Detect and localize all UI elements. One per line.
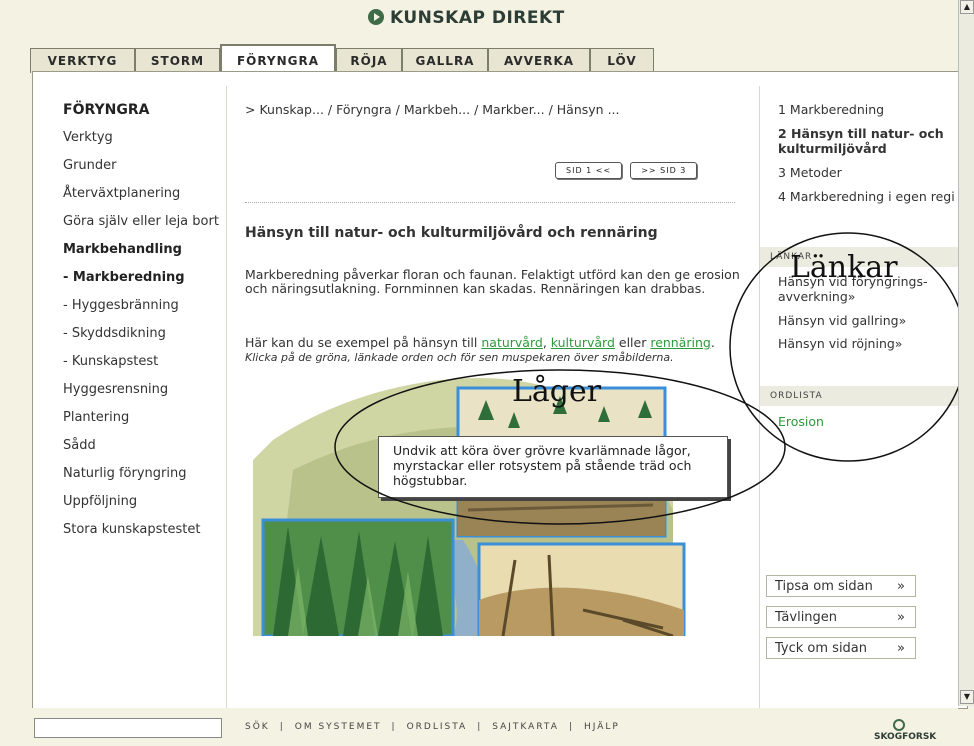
kunskap-logo-icon (368, 9, 384, 25)
arrow-icon: » (897, 640, 905, 656)
footer-link-ordlista[interactable]: ORDLISTA (407, 722, 468, 732)
tab-avverka[interactable]: AVVERKA (488, 48, 590, 73)
tab-roja[interactable]: RÖJA (336, 48, 402, 73)
skogforsk-logo[interactable]: SKOGFORSK (874, 719, 936, 742)
left-nav: FÖRYNGRA Verktyg Grunder Återväxtplaneri… (63, 102, 243, 550)
tab-gallra[interactable]: GALLRA (402, 48, 488, 73)
nav-item-verktyg[interactable]: Verktyg (63, 130, 243, 146)
nav-item-naturlig-foryngring[interactable]: Naturlig föryngring (63, 466, 243, 482)
link-gallring[interactable]: Hänsyn vid gallring» (778, 313, 958, 328)
nav-item-sadd[interactable]: Sådd (63, 438, 243, 454)
vertical-scrollbar[interactable]: ▲ ▼ (958, 0, 974, 706)
footer-link-sok[interactable]: SÖK (245, 722, 270, 732)
footer-link-om-systemet[interactable]: OM SYSTEMET (295, 722, 382, 732)
top-banner: KUNSKAP DIREKT (0, 0, 958, 42)
step-2[interactable]: 2 Hänsyn till natur- och kulturmiljövård (778, 126, 958, 156)
tipsa-label: Tipsa om sidan (775, 578, 873, 594)
illustration-tooltip: Undvik att köra över grövre kvarlämnade … (378, 436, 728, 498)
nav-item-skyddsdikning[interactable]: - Skyddsdikning (63, 326, 243, 342)
step-1[interactable]: 1 Markberedning (778, 102, 958, 117)
step-3[interactable]: 3 Metoder (778, 165, 958, 180)
next-page-button[interactable]: >> SID 3 (630, 162, 698, 179)
pager: SID 1 << >> SID 3 (555, 162, 698, 179)
intro-paragraph: Markberedning påverkar floran och faunan… (245, 267, 740, 296)
main-tabs: VERKTYG STORM FÖRYNGRA RÖJA GALLRA AVVER… (30, 44, 654, 75)
arrow-icon: » (897, 609, 905, 625)
content-area: > Kunskap... / Föryngra / Markbeh... / M… (245, 102, 750, 364)
annotation-lankar: Länkar (790, 250, 898, 285)
nav-item-hyggesbranning[interactable]: - Hyggesbränning (63, 298, 243, 314)
tab-lov[interactable]: LÖV (590, 48, 654, 73)
nav-title[interactable]: FÖRYNGRA (63, 102, 243, 118)
nav-item-markbehandling[interactable]: Markbehandling (63, 242, 243, 258)
brand-title-text: KUNSKAP DIREKT (390, 8, 565, 28)
tab-storm[interactable]: STORM (135, 48, 220, 73)
nav-item-gora-sjalv[interactable]: Göra själv eller leja bort (63, 214, 243, 230)
link-rojning[interactable]: Hänsyn vid röjning» (778, 336, 958, 351)
nav-item-uppfoljning[interactable]: Uppföljning (63, 494, 243, 510)
scroll-up-arrow-icon[interactable]: ▲ (960, 0, 974, 14)
breadcrumb[interactable]: > Kunskap... / Föryngra / Markbeh... / M… (245, 102, 750, 117)
nav-item-hyggesrensning[interactable]: Hyggesrensning (63, 382, 243, 398)
scroll-down-arrow-icon[interactable]: ▼ (960, 690, 974, 704)
glossary-erosion[interactable]: Erosion (778, 414, 824, 429)
separator: | (279, 722, 285, 732)
separator: | (568, 722, 574, 732)
skogforsk-logo-text: SKOGFORSK (874, 732, 937, 742)
tab-verktyg[interactable]: VERKTYG (30, 48, 135, 73)
tyck-button[interactable]: Tyck om sidan » (766, 637, 916, 659)
skogforsk-logo-icon (893, 719, 905, 731)
annotation-lager: Låger (512, 374, 602, 409)
footer-links: SÖK | OM SYSTEMET | ORDLISTA | SAJTKARTA… (245, 722, 620, 732)
tipsa-button[interactable]: Tipsa om sidan » (766, 575, 916, 597)
divider (245, 202, 735, 203)
links-list: Hänsyn vid föryngrings-avverkning» Hänsy… (778, 274, 958, 351)
footer-link-sajtkarta[interactable]: SAJTKARTA (492, 722, 559, 732)
prev-page-button[interactable]: SID 1 << (555, 162, 623, 179)
nav-item-grunder[interactable]: Grunder (63, 158, 243, 174)
brand-title[interactable]: KUNSKAP DIREKT (368, 8, 565, 28)
tyck-label: Tyck om sidan (775, 640, 868, 656)
nav-item-markberedning[interactable]: - Markberedning (63, 270, 243, 286)
separator: | (477, 722, 483, 732)
page-title: Hänsyn till natur- och kulturmiljövård o… (245, 225, 658, 241)
arrow-icon: » (897, 578, 905, 594)
separator: | (391, 722, 397, 732)
ordlista-header: ORDLISTA (760, 386, 964, 406)
step-list: 1 Markberedning 2 Hänsyn till natur- och… (778, 102, 958, 213)
nav-item-atervaxtplanering[interactable]: Återväxtplanering (63, 186, 243, 202)
app-frame: KUNSKAP DIREKT VERKTYG STORM FÖRYNGRA RÖ… (0, 0, 974, 746)
nav-item-stora-kunskapstestet[interactable]: Stora kunskapstestet (63, 522, 243, 538)
search-input[interactable] (34, 718, 222, 738)
step-4[interactable]: 4 Markberedning i egen regi (778, 189, 958, 204)
footer: SÖK | OM SYSTEMET | ORDLISTA | SAJTKARTA… (0, 708, 958, 746)
tavlingen-label: Tävlingen (775, 609, 838, 625)
nav-item-plantering[interactable]: Plantering (63, 410, 243, 426)
tavlingen-button[interactable]: Tävlingen » (766, 606, 916, 628)
nav-item-kunskapstest[interactable]: - Kunskapstest (63, 354, 243, 370)
footer-link-hjalp[interactable]: HJÄLP (584, 722, 620, 732)
